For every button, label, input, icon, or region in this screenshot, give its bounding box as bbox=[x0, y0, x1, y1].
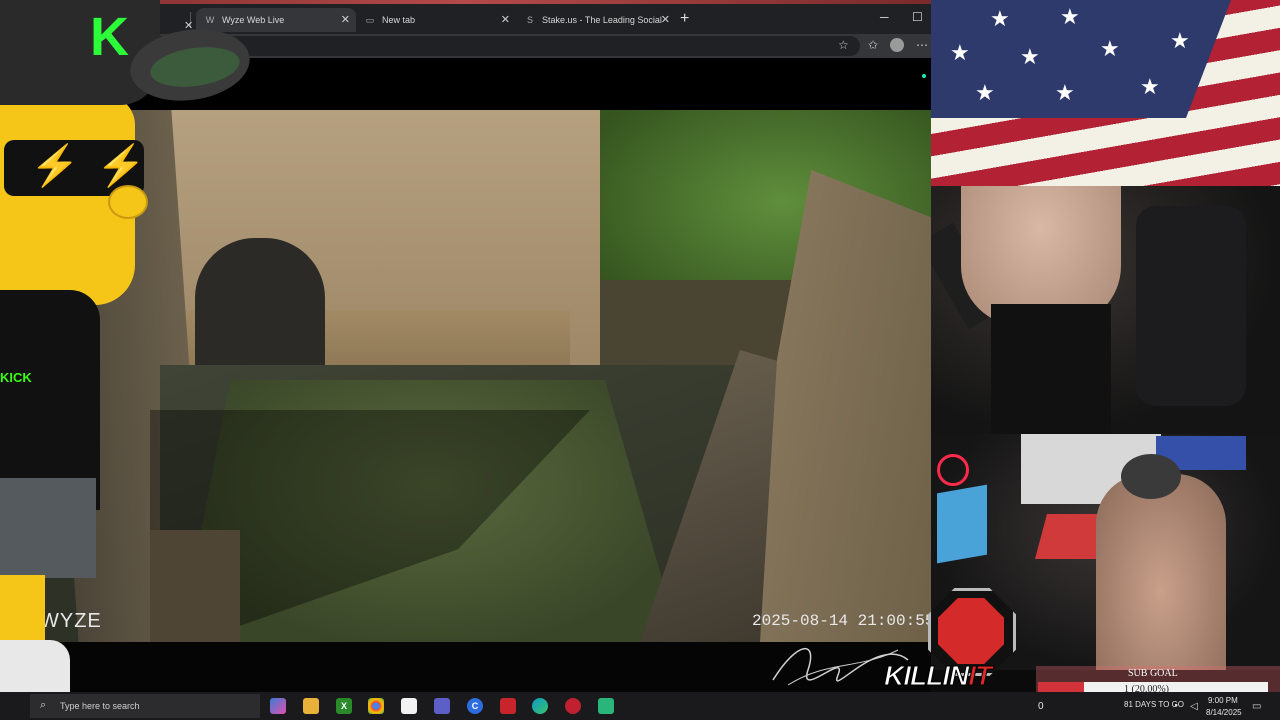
tab-label: Wyze Web Live bbox=[222, 15, 285, 25]
clock-time[interactable]: 9:00 PM bbox=[1208, 696, 1238, 705]
star-icon: ★ bbox=[1060, 4, 1080, 29]
star-icon: ★ bbox=[950, 40, 970, 65]
close-tab-icon[interactable]: ✕ bbox=[501, 13, 510, 26]
tab-stake[interactable]: S Stake.us - The Leading Social Ca... ✕ bbox=[516, 8, 676, 32]
corner-bracket bbox=[150, 530, 240, 642]
shirt-logo-text: KICK bbox=[0, 370, 32, 385]
page-favicon-icon: ▭ bbox=[365, 14, 375, 25]
app-red-icon[interactable] bbox=[500, 698, 516, 714]
close-tab-icon[interactable]: ✕ bbox=[341, 13, 350, 26]
ring-light bbox=[937, 454, 969, 486]
tab-wyze[interactable]: W Wyze Web Live ✕ bbox=[196, 8, 356, 32]
star-icon: ★ bbox=[1170, 28, 1190, 53]
tab-label: Stake.us - The Leading Social Ca... bbox=[542, 15, 662, 25]
search-icon: ⌕ bbox=[40, 699, 47, 711]
character-sock bbox=[0, 640, 70, 692]
lightning-bolt-icon: ⚡ bbox=[30, 144, 80, 188]
killinit-accent: IT bbox=[968, 660, 993, 692]
notepad-icon[interactable] bbox=[401, 698, 417, 714]
ccleaner-icon[interactable]: C bbox=[467, 698, 483, 714]
volume-icon[interactable]: ◁ bbox=[1190, 701, 1198, 712]
streamer-pants bbox=[991, 304, 1111, 434]
character-shorts bbox=[0, 478, 96, 578]
address-field[interactable]: om bbox=[150, 36, 860, 56]
clock-date[interactable]: 8/14/2025 bbox=[1206, 708, 1242, 717]
network-icon[interactable]: ◔ bbox=[1172, 701, 1178, 712]
kick-app-icon[interactable] bbox=[598, 698, 614, 714]
copilot-icon[interactable] bbox=[270, 698, 286, 714]
chrome-icon[interactable] bbox=[368, 698, 384, 714]
webcam-overhead bbox=[931, 186, 1280, 434]
profile-avatar[interactable] bbox=[890, 38, 904, 52]
streamer-back bbox=[1096, 474, 1226, 670]
wyze-logo: WYZE bbox=[40, 610, 102, 632]
favorites-list-icon[interactable]: ✩ bbox=[868, 38, 878, 52]
character-shirt bbox=[0, 290, 100, 510]
record-app-icon[interactable] bbox=[565, 698, 581, 714]
star-icon: ★ bbox=[1140, 74, 1160, 99]
status-dot-icon bbox=[922, 74, 926, 78]
lightning-bolt-icon: ⚡ bbox=[96, 144, 146, 188]
more-menu-icon[interactable]: ⋯ bbox=[916, 38, 928, 52]
stake-favicon-icon: S bbox=[526, 15, 533, 25]
file-explorer-icon[interactable] bbox=[303, 698, 319, 714]
chair bbox=[1136, 206, 1246, 406]
brand-badge-inner bbox=[938, 598, 1004, 664]
edge-icon[interactable] bbox=[532, 698, 548, 714]
character-cap bbox=[0, 0, 160, 105]
notification-icon[interactable]: ▭ bbox=[1252, 701, 1261, 712]
tab-label: New tab bbox=[382, 15, 416, 25]
star-icon: ★ bbox=[1020, 44, 1040, 69]
close-tab-icon[interactable]: ✕ bbox=[661, 13, 670, 26]
star-icon: ★ bbox=[975, 80, 995, 105]
streamer-cap bbox=[1121, 454, 1181, 499]
star-icon: ★ bbox=[990, 6, 1010, 31]
camera-timestamp: 2025-08-14 21:00:55 bbox=[752, 612, 931, 630]
new-tab-button[interactable]: + bbox=[680, 10, 689, 28]
star-icon: ★ bbox=[1100, 36, 1120, 61]
killinit-main: KILLIN bbox=[883, 660, 969, 692]
sub-goal-title: SUB GOAL bbox=[1128, 668, 1178, 679]
laptop bbox=[937, 484, 987, 564]
star-icon: ★ bbox=[1055, 80, 1075, 105]
favorite-star-icon[interactable]: ☆ bbox=[838, 38, 849, 52]
tab-new-tab[interactable]: ▭ New tab ✕ bbox=[356, 8, 516, 32]
character-nose bbox=[108, 185, 148, 219]
cap-logo: K bbox=[90, 7, 129, 67]
killinit-logo: KILLINIT bbox=[883, 660, 993, 692]
wyze-favicon-icon: W bbox=[205, 15, 215, 25]
taskbar-search-input[interactable]: Type here to search bbox=[30, 694, 260, 718]
minimize-icon[interactable]: ─ bbox=[880, 10, 889, 24]
maximize-icon[interactable]: ☐ bbox=[912, 10, 923, 24]
tray-count: 0 bbox=[1038, 701, 1044, 712]
xbox-icon[interactable]: X bbox=[336, 698, 352, 714]
app-icon[interactable] bbox=[434, 698, 450, 714]
